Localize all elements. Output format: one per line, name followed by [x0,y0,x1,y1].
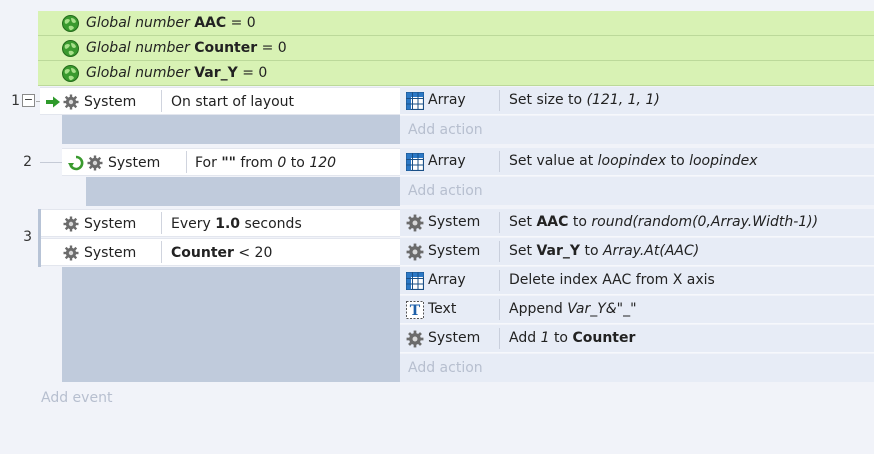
add-event-button[interactable]: Add event [41,390,112,406]
action-object: System [428,243,481,259]
global-var-value: = 0 [230,15,256,31]
action-text: Set size to (121, 1, 1) [509,92,660,108]
collapse-toggle[interactable]: − [22,94,35,107]
event-number: 2 [23,154,32,170]
divider [499,90,500,111]
gear-icon [406,330,424,348]
array-icon [406,272,424,290]
globe-icon [62,40,79,57]
divider [499,151,500,172]
action-row[interactable]: System Set Var_Y to Array.At(AAC) [400,238,874,266]
condition-object: System [84,94,137,110]
action-row[interactable]: System Add 1 to Counter [400,325,874,353]
empty-condition-area [86,177,400,206]
action-text: Set AAC to round(random(0,Array.Width-1)… [509,214,819,230]
global-var-name: AAC [194,15,227,31]
condition-row[interactable]: System On start of layout [40,87,400,115]
global-var-prefix: Global number [86,65,190,81]
action-object: Text [428,301,457,317]
global-var-prefix: Global number [86,15,190,31]
array-icon [406,92,424,110]
action-row[interactable]: T Text Append Var_Y&"_" [400,296,874,324]
global-variable-row[interactable]: Global number Var_Y = 0 [38,61,874,86]
tree-connector [40,162,62,163]
condition-text: On start of layout [171,94,295,110]
gear-icon [63,245,79,261]
svg-text:T: T [410,303,421,319]
divider [499,212,500,233]
action-object: Array [428,153,466,169]
gear-icon [87,155,103,171]
condition-row[interactable]: System Counter < 20 [41,238,400,266]
gear-icon [406,243,424,261]
add-action-button[interactable]: Add action [400,177,874,205]
loop-icon [68,155,84,171]
divider [499,299,500,320]
divider [499,241,500,262]
globe-icon [62,15,79,32]
action-object: System [428,330,481,346]
global-var-value: = 0 [261,40,287,56]
globe-icon [62,65,79,82]
condition-text: For "" from 0 to 120 [195,155,337,171]
divider [161,90,162,112]
divider [186,151,187,173]
add-action-button[interactable]: Add action [400,354,874,382]
trigger-arrow-icon [46,96,60,108]
condition-row[interactable]: System Every 1.0 seconds [41,209,400,237]
condition-object: System [84,245,137,261]
condition-text: Counter < 20 [171,245,273,261]
event-number: 1 [11,93,20,109]
action-row[interactable]: Array Delete index AAC from X axis [400,267,874,295]
gear-icon [63,94,79,110]
global-var-name: Var_Y [194,65,238,81]
condition-object: System [84,216,137,232]
array-icon [406,153,424,171]
gear-icon [406,214,424,232]
action-object: Array [428,272,466,288]
add-action-button[interactable]: Add action [400,116,874,144]
condition-object: System [108,155,161,171]
divider [161,241,162,263]
empty-condition-area [62,115,400,144]
empty-condition-area [62,267,400,382]
action-text: Append Var_Y&"_" [509,301,637,317]
condition-text: Every 1.0 seconds [171,216,302,232]
global-variable-row[interactable]: Global number AAC = 0 [38,11,874,36]
divider [161,212,162,234]
action-text: Set value at loopindex to loopindex [509,153,758,169]
global-var-name: Counter [194,40,258,56]
action-row[interactable]: Array Set value at loopindex to loopinde… [400,148,874,176]
gear-icon [63,216,79,232]
action-row[interactable]: System Set AAC to round(random(0,Array.W… [400,209,874,237]
condition-row[interactable]: System For "" from 0 to 120 [62,148,400,176]
action-text: Set Var_Y to Array.At(AAC) [509,243,700,259]
action-text: Delete index AAC from X axis [509,272,715,288]
divider [499,270,500,291]
global-var-prefix: Global number [86,40,190,56]
text-object-icon: T [406,301,424,319]
action-row[interactable]: Array Set size to (121, 1, 1) [400,87,874,115]
action-text: Add 1 to Counter [509,330,636,346]
event-number: 3 [23,229,32,245]
global-variable-row[interactable]: Global number Counter = 0 [38,36,874,61]
action-object: System [428,214,481,230]
divider [499,328,500,349]
action-object: Array [428,92,466,108]
global-var-value: = 0 [242,65,268,81]
